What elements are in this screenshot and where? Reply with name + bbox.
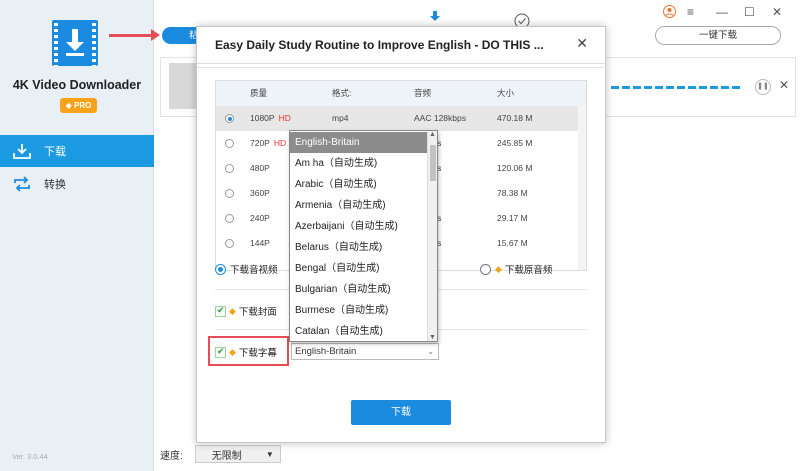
download-subtitle-label: 下载字幕 [238, 348, 277, 359]
dropdown-option[interactable]: Bulgarian（自动生成) [290, 279, 429, 300]
sidebar: 4K Video Downloader ◆ PRO 下载 转换 Ver. 3.0… [0, 0, 154, 471]
quality-cell: 720P HD [250, 138, 287, 148]
table-header: 质量 格式: 音频 大小 [216, 81, 586, 106]
quality-cell: 144P [250, 238, 270, 248]
size-cell: 245.85 M [497, 138, 533, 148]
pro-diamond-icon: ◆ [229, 305, 236, 316]
table-scrollbar[interactable] [578, 106, 586, 270]
one-click-download-button[interactable]: 一键下载 [655, 26, 781, 45]
radio-button[interactable] [225, 239, 234, 248]
dropdown-option[interactable]: Burmese（自动生成) [290, 300, 429, 321]
radio-button[interactable] [480, 263, 491, 275]
progress-bar [611, 86, 741, 89]
divider [197, 63, 607, 64]
download-cover-option[interactable]: ◆ 下载封面 [215, 304, 277, 318]
radio-button[interactable] [225, 189, 234, 198]
dropdown-option[interactable]: Armenia（自动生成) [290, 195, 429, 216]
dropdown-option[interactable]: Azerbaijani（自动生成) [290, 216, 429, 237]
divider [197, 67, 607, 68]
audio-cell: AAC 128kbps [414, 113, 466, 123]
speed-select[interactable]: 无限制 ▼ [194, 445, 281, 463]
subtitle-language-dropdown: English-Britain Am ha（自动生成) Arabic（自动生成) Ar… [289, 130, 438, 342]
app-name: 4K Video Downloader [12, 78, 142, 92]
download-button[interactable]: 下载 [351, 400, 451, 425]
dropdown-option[interactable]: English-Britain [290, 132, 429, 153]
pro-badge[interactable]: ◆ PRO [60, 98, 97, 113]
menu-icon[interactable]: ≡ [687, 5, 694, 19]
size-cell: 78.38 M [497, 188, 528, 198]
dropdown-scrollbar[interactable]: ▲ ▼ [427, 131, 437, 341]
hd-badge: HD [278, 113, 291, 123]
header-size: 大小 [497, 88, 515, 98]
download-tab-icon[interactable] [428, 11, 442, 26]
sidebar-item-label: 转换 [44, 179, 66, 191]
dropdown-option[interactable]: Am ha（自动生成) [290, 153, 429, 174]
scroll-down-icon[interactable]: ▼ [429, 334, 436, 341]
minimize-icon[interactable]: — [716, 5, 728, 19]
user-icon[interactable] [663, 5, 676, 21]
checkbox[interactable] [215, 305, 226, 317]
quality-cell: 1080P HD [250, 113, 291, 123]
download-icon [12, 141, 32, 161]
version-label: Ver. 3.0.44 [12, 452, 48, 461]
close-window-icon[interactable]: ✕ [772, 5, 782, 19]
pro-diamond-icon: ◆ [495, 263, 502, 274]
quality-cell: 480P [250, 163, 270, 173]
download-audio-option[interactable]: ◆ 下载原音频 [480, 262, 552, 276]
dropdown-option[interactable]: Catalan（自动生成) [290, 321, 429, 341]
convert-icon [12, 174, 32, 194]
pro-badge-label: PRO [74, 101, 92, 110]
download-video-label: 下载音视频 [230, 265, 278, 276]
size-cell: 15.67 M [497, 238, 528, 248]
scroll-thumb[interactable] [430, 145, 436, 181]
download-cover-label: 下载封面 [238, 307, 277, 318]
download-subtitle-option[interactable]: ◆ 下载字幕 [215, 345, 277, 359]
radio-button[interactable] [225, 214, 234, 223]
remove-item-icon[interactable]: ✕ [779, 78, 789, 92]
pause-icon[interactable]: ❚❚ [755, 79, 771, 95]
speed-label: 速度: [160, 450, 183, 462]
header-format: 格式: [332, 88, 352, 98]
maximize-icon[interactable]: ☐ [744, 5, 755, 19]
hd-badge: HD [273, 138, 287, 148]
size-cell: 120.06 M [497, 163, 533, 173]
speed-value: 无限制 [211, 450, 242, 462]
dialog-title: Easy Daily Study Routine to Improve Engl… [215, 38, 544, 52]
dropdown-option[interactable]: Belarus（自动生成) [290, 237, 429, 258]
subtitle-language-value: English-Britain [295, 346, 357, 357]
dropdown-option[interactable]: Arabic（自动生成) [290, 174, 429, 195]
dropdown-option[interactable]: Bengal（自动生成) [290, 258, 429, 279]
scroll-up-icon[interactable]: ▲ [429, 131, 436, 138]
chevron-down-icon: ⌄ [427, 347, 434, 356]
sidebar-item-convert[interactable]: 转换 [0, 168, 154, 200]
speed-control: 速度: 无限制 ▼ [160, 445, 281, 463]
subtitle-language-select[interactable]: English-Britain ⌄ [291, 343, 439, 360]
sidebar-item-download[interactable]: 下载 [0, 135, 154, 167]
quality-cell: 240P [250, 213, 270, 223]
checkbox[interactable] [215, 346, 226, 358]
header-quality: 质量 [250, 88, 268, 98]
app-logo-icon [52, 20, 98, 66]
chevron-down-icon: ▼ [265, 449, 274, 459]
radio-button[interactable] [225, 139, 234, 148]
size-cell: 470.18 M [497, 113, 533, 123]
header-audio: 音频 [414, 88, 432, 98]
quality-cell: 360P [250, 188, 270, 198]
download-video-option[interactable]: 下载音视频 [215, 262, 278, 276]
sidebar-item-label: 下载 [44, 146, 66, 158]
table-row[interactable]: 1080P HD mp4 AAC 128kbps 470.18 M [216, 106, 586, 131]
size-cell: 29.17 M [497, 213, 528, 223]
format-cell: mp4 [332, 113, 349, 123]
pro-diamond-icon: ◆ [65, 101, 75, 110]
radio-button[interactable] [215, 263, 226, 275]
annotation-arrow [109, 29, 160, 41]
radio-button[interactable] [225, 164, 234, 173]
radio-button[interactable] [225, 114, 234, 123]
pro-diamond-icon: ◆ [229, 346, 236, 357]
close-icon[interactable]: ✕ [576, 35, 588, 52]
download-audio-label: 下载原音频 [504, 265, 553, 276]
